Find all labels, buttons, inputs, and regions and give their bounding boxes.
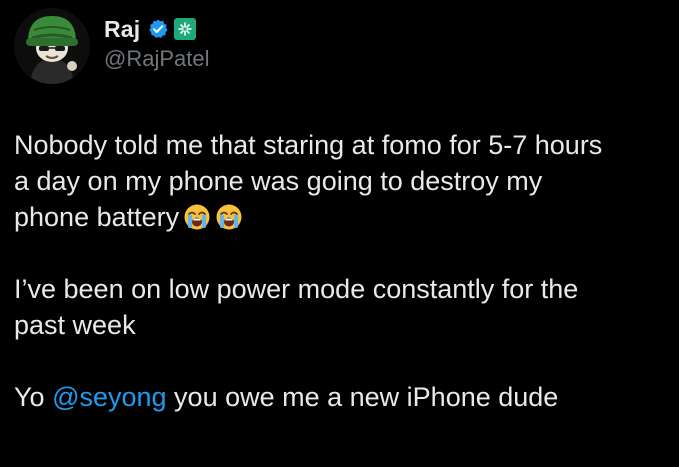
- text-line: phone battery: [14, 202, 180, 232]
- sparkle-icon: [178, 22, 193, 36]
- tweet-text: Nobody told me that staring at fomo for …: [14, 127, 674, 415]
- affiliate-badge-icon[interactable]: [174, 18, 197, 40]
- text-line: Nobody told me that staring at fomo for …: [14, 130, 603, 160]
- author-handle[interactable]: @RajPatel: [104, 46, 210, 72]
- tweet-header: Raj @RajPatel: [14, 8, 210, 84]
- author-identity: Raj @RajPatel: [104, 14, 210, 72]
- avatar[interactable]: [14, 8, 90, 84]
- text-line: a day on my phone was going to destroy m…: [14, 166, 543, 196]
- text-line-with-emoji: phone battery: [14, 199, 674, 235]
- loudly-crying-face-icon: [184, 204, 210, 230]
- cartoon-avatar-icon: [14, 8, 90, 84]
- text-suffix: you owe me a new iPhone dude: [166, 382, 559, 412]
- verified-check-icon[interactable]: [147, 18, 169, 40]
- name-row: Raj: [104, 14, 210, 44]
- display-name[interactable]: Raj: [104, 16, 140, 43]
- tweet-card: Raj @RajPatel Nobody told me that starin…: [0, 0, 679, 467]
- text-line: past week: [14, 310, 136, 340]
- text-line-with-mention: Yo @seyong you owe me a new iPhone dude: [14, 379, 674, 415]
- mention-link[interactable]: @seyong: [52, 382, 166, 412]
- paragraph-3: Yo @seyong you owe me a new iPhone dude: [14, 379, 674, 415]
- text-line: I’ve been on low power mode constantly f…: [14, 274, 579, 304]
- paragraph-1: Nobody told me that staring at fomo for …: [14, 127, 674, 235]
- paragraph-2: I’ve been on low power mode constantly f…: [14, 271, 674, 343]
- text-prefix: Yo: [14, 382, 53, 412]
- loudly-crying-face-icon: [216, 204, 242, 230]
